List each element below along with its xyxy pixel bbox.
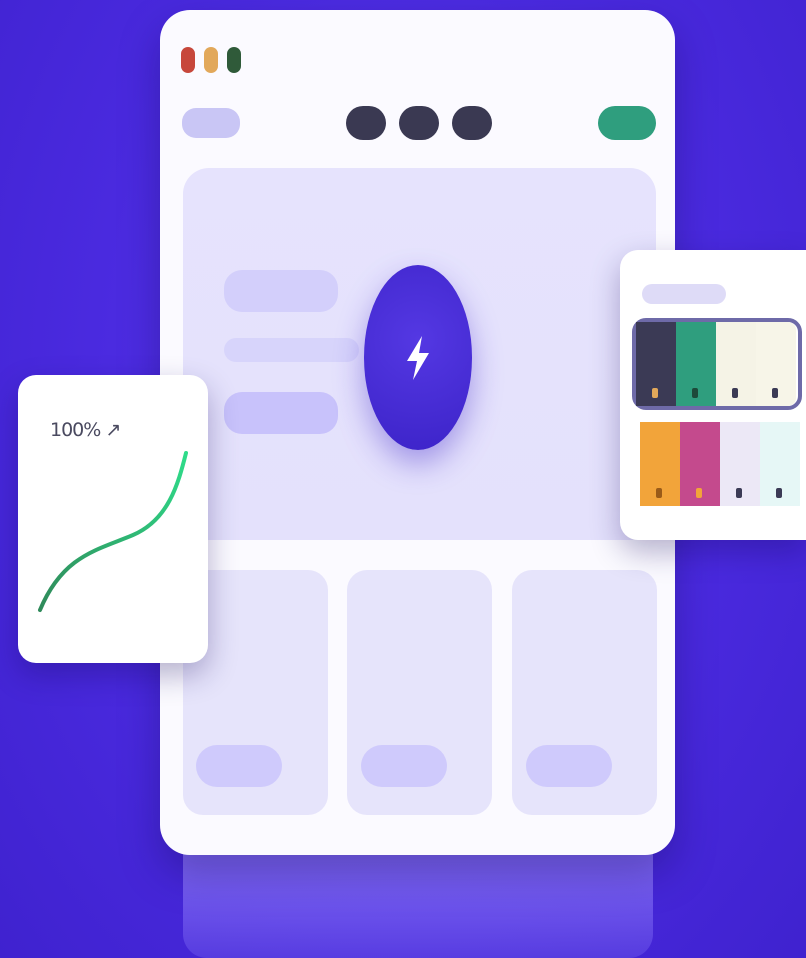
lightning-action-button[interactable] [364,265,472,450]
window-minimize-dot[interactable] [204,47,218,73]
swatch[interactable] [680,422,720,506]
feature-card-2-button[interactable] [361,745,447,787]
window-close-dot[interactable] [181,47,195,73]
feature-card-3-button[interactable] [526,745,612,787]
hero-text-placeholder [224,338,359,362]
palette-row[interactable] [636,422,800,506]
growth-curve-line [38,451,188,612]
hero-button-placeholder[interactable] [224,392,338,434]
palette-title-placeholder [642,284,726,304]
swatch[interactable] [640,422,680,506]
window-maximize-dot[interactable] [227,47,241,73]
nav-item-1[interactable] [346,106,386,140]
swatch[interactable] [720,422,760,506]
lightning-bolt-icon [407,335,429,380]
nav-item-2[interactable] [399,106,439,140]
hero-heading-placeholder [224,270,338,312]
swatch[interactable] [756,322,796,406]
logo-placeholder [182,108,240,138]
swatch[interactable] [636,322,676,406]
swatch[interactable] [716,322,756,406]
feature-card-1-button[interactable] [196,745,282,787]
nav-item-3[interactable] [452,106,492,140]
window-shadow [183,848,653,958]
swatch[interactable] [676,322,716,406]
cta-button[interactable] [598,106,656,140]
palette-row-selected[interactable] [632,318,802,410]
stat-card: 100% ↗ [18,375,208,663]
growth-curve-chart [38,451,188,612]
swatch[interactable] [760,422,800,506]
